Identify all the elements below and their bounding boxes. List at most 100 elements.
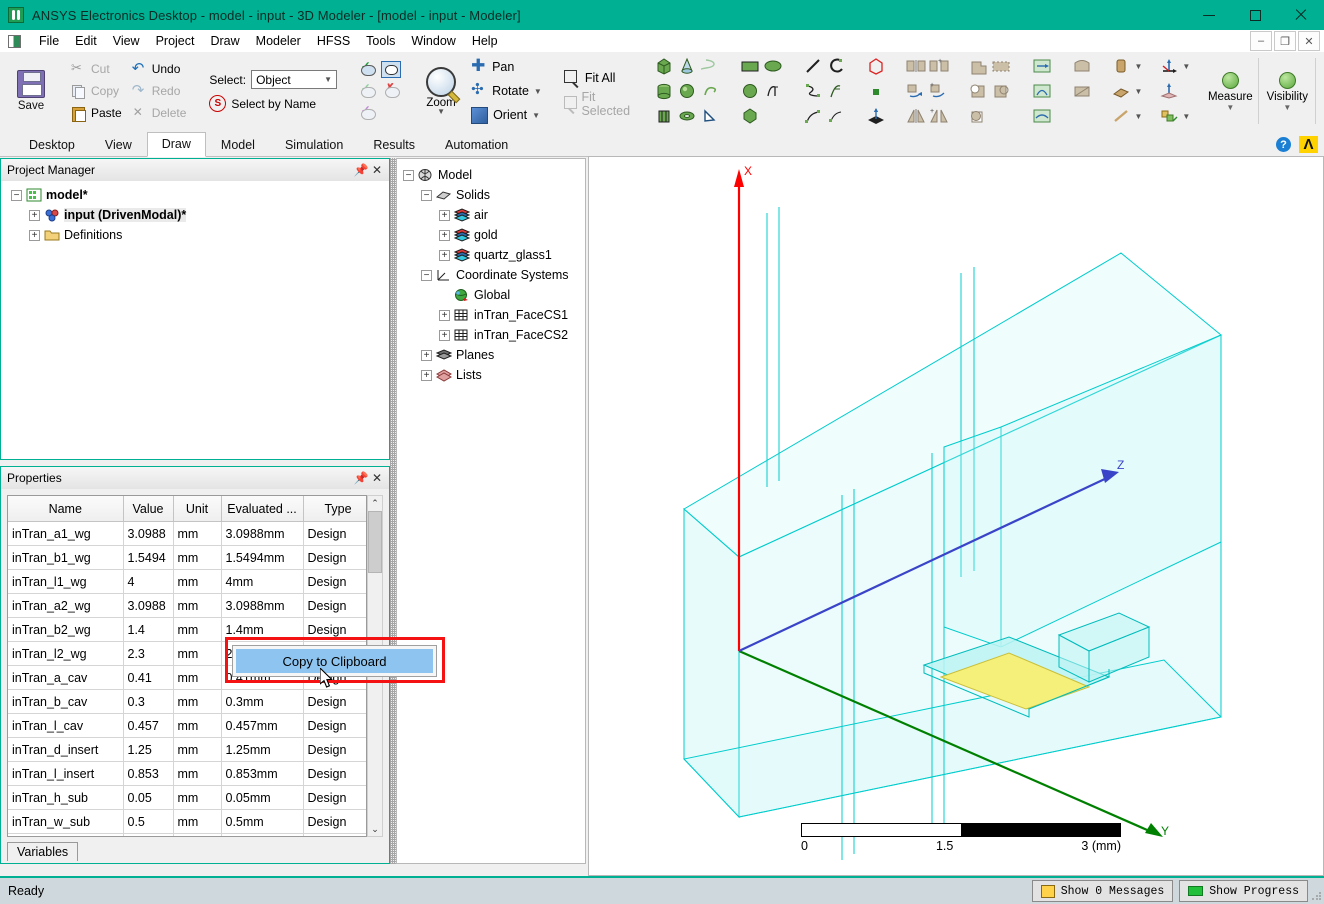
draw-sphere-icon[interactable] [676, 80, 698, 102]
cell-name[interactable]: inTran_l1_wg [8, 569, 124, 594]
draw-line-icon[interactable] [802, 55, 824, 77]
draw-plane-icon[interactable] [865, 105, 887, 127]
model-tree-item-lists[interactable]: + Lists [399, 365, 585, 385]
cell-name[interactable]: inTran_b_cav [8, 689, 124, 714]
model-tree-item-global[interactable]: Global [399, 285, 585, 305]
mirror-icon[interactable] [905, 105, 927, 127]
resize-grip-icon[interactable] [1311, 891, 1321, 901]
cell-value[interactable]: 0.05 [123, 785, 174, 810]
cell-evaluated[interactable]: 3.0988mm [221, 521, 304, 546]
chevron-down-icon[interactable]: ▼ [1134, 62, 1142, 71]
cell-evaluated[interactable]: 0.457mm [221, 713, 304, 738]
tab-simulation[interactable]: Simulation [270, 133, 358, 157]
cell-name[interactable]: inTran_l_sub [8, 833, 124, 836]
menu-item-project[interactable]: Project [148, 32, 203, 50]
sweep-around-axis-icon[interactable] [1031, 80, 1053, 102]
cell-type[interactable]: Design [303, 521, 366, 546]
cell-type[interactable]: Design [303, 569, 366, 594]
table-row[interactable]: inTran_b_cav 0.3 mm 0.3mm Design [8, 689, 366, 714]
cell-unit[interactable]: mm [173, 545, 222, 570]
modeler-3d-viewport[interactable]: X Y Z 0 1.5 3 (mm) [588, 156, 1324, 876]
cell-type[interactable]: Design [303, 737, 366, 762]
fit-selected-button[interactable]: Fit Selected [558, 90, 639, 118]
expander-icon[interactable]: + [439, 229, 450, 241]
expander-icon[interactable]: − [421, 189, 432, 201]
expander-icon[interactable]: + [29, 209, 40, 221]
cell-evaluated[interactable]: 1.5494mm [221, 545, 304, 570]
pan-button[interactable]: Pan [467, 56, 546, 78]
move-icon[interactable] [1158, 55, 1180, 77]
minimize-button[interactable] [1186, 0, 1232, 30]
measure-button[interactable]: Measure ▼ [1204, 71, 1256, 111]
model-tree-item-quartz-glass1[interactable]: + quartz_glass1 [399, 245, 585, 265]
expander-icon[interactable]: − [11, 189, 22, 201]
tab-model[interactable]: Model [206, 133, 270, 157]
cell-value[interactable]: 0.3 [123, 689, 174, 714]
context-menu-item-copy-to-clipboard[interactable]: Copy to Clipboard [236, 649, 433, 673]
draw-box-icon[interactable] [653, 55, 675, 77]
cell-type[interactable]: Design [303, 689, 366, 714]
edge-icon[interactable] [1110, 105, 1132, 127]
delete-button[interactable]: Delete [127, 103, 192, 124]
visibility-button[interactable]: Visibility ▼ [1261, 71, 1313, 111]
cell-unit[interactable]: mm [173, 785, 222, 810]
show-all-icon[interactable]: ✓ [359, 60, 376, 76]
save-button[interactable]: Save [4, 70, 58, 112]
draw-ellipse-icon[interactable] [762, 55, 784, 77]
close-button[interactable] [1278, 0, 1324, 30]
draw-arc-center-point-icon[interactable] [825, 55, 847, 77]
sweep-along-path-icon[interactable] [1031, 105, 1053, 127]
cell-evaluated[interactable]: 1.25mm [221, 737, 304, 762]
draw-arc-3-point-icon[interactable] [802, 105, 824, 127]
draw-helix-icon[interactable] [699, 55, 721, 77]
thicken-sheet-icon[interactable] [1110, 55, 1132, 77]
cell-unit[interactable]: mm [173, 689, 222, 714]
pin-icon[interactable]: 📌 [353, 470, 369, 486]
tab-results[interactable]: Results [358, 133, 430, 157]
redo-button[interactable]: Redo [127, 81, 192, 102]
menu-item-tools[interactable]: Tools [358, 32, 403, 50]
draw-spline-icon[interactable] [802, 80, 824, 102]
cell-evaluated[interactable]: 0.3mm [221, 689, 304, 714]
scroll-up-arrow-icon[interactable]: ⌃ [368, 496, 382, 510]
column-header-value[interactable]: Value [123, 496, 174, 522]
model-tree-item-solids[interactable]: − Solids [399, 185, 585, 205]
cell-evaluated[interactable]: 0.05mm [221, 785, 304, 810]
table-row[interactable]: inTran_a2_wg 3.0988 mm 3.0988mm Design [8, 593, 366, 618]
subtract-icon[interactable] [968, 80, 990, 102]
cell-unit[interactable]: mm [173, 737, 222, 762]
coordinate-system-icon[interactable] [1158, 105, 1180, 127]
draw-point-object-icon[interactable] [865, 80, 887, 102]
cell-evaluated[interactable]: 0.853mm [221, 761, 304, 786]
cell-name[interactable]: inTran_l2_wg [8, 641, 124, 666]
draw-regular-polyhedron-icon[interactable] [653, 105, 675, 127]
model-tree-item-planes[interactable]: + Planes [399, 345, 585, 365]
expander-icon[interactable]: + [421, 349, 432, 361]
create-region-icon[interactable] [865, 55, 887, 77]
help-icon[interactable]: ? [1276, 137, 1291, 152]
table-row[interactable]: inTran_d_insert 1.25 mm 1.25mm Design [8, 737, 366, 762]
cut-button[interactable]: Cut [66, 59, 127, 80]
cell-name[interactable]: inTran_a_cav [8, 665, 124, 690]
mdi-minimize-button[interactable]: – [1250, 31, 1272, 51]
mdi-restore-button[interactable]: ❐ [1274, 31, 1296, 51]
cell-value[interactable]: 4 [123, 569, 174, 594]
chevron-down-icon[interactable]: ▼ [437, 108, 445, 116]
tree-item-definitions[interactable]: + Definitions [5, 225, 389, 245]
tab-automation[interactable]: Automation [430, 133, 523, 157]
draw-cone-icon[interactable] [676, 55, 698, 77]
context-menu[interactable]: Copy to Clipboard [232, 645, 437, 677]
close-icon[interactable]: ✕ [369, 162, 385, 178]
cell-value[interactable]: 0.457 [123, 833, 174, 836]
expander-icon[interactable]: + [29, 229, 40, 241]
cell-type[interactable]: Design [303, 833, 366, 836]
tab-draw[interactable]: Draw [146, 132, 206, 157]
cell-unit[interactable]: mm [173, 521, 222, 546]
draw-user-defined-primitive-icon[interactable] [699, 105, 721, 127]
model-tree-item-intran-facecs2[interactable]: + inTran_FaceCS2 [399, 325, 585, 345]
cell-type[interactable]: Design [303, 809, 366, 834]
chevron-down-icon[interactable]: ▼ [1283, 103, 1291, 111]
close-icon[interactable]: ✕ [369, 470, 385, 486]
cell-name[interactable]: inTran_b2_wg [8, 617, 124, 642]
snap-button[interactable]: Snap ▼ [1318, 72, 1324, 111]
